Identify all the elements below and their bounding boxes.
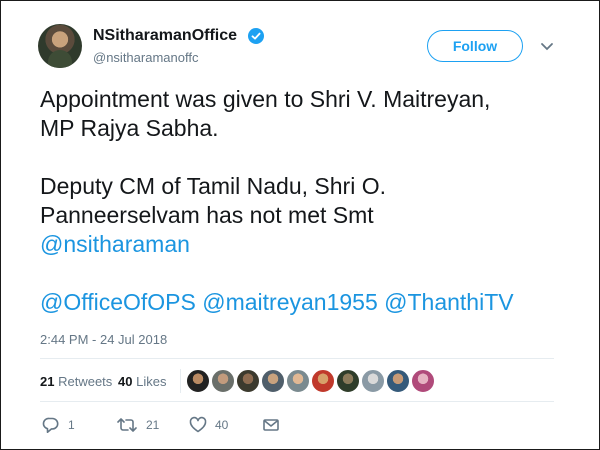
engagement-stats: 21 Retweets 40 Likes: [40, 367, 560, 395]
avatar[interactable]: [38, 24, 82, 68]
liker-avatar[interactable]: [261, 369, 285, 393]
mention-link[interactable]: @OfficeOfOPS: [40, 289, 196, 315]
divider: [40, 401, 554, 402]
handle[interactable]: @nsitharamanoffc: [93, 50, 198, 65]
liker-avatar[interactable]: [411, 369, 435, 393]
liker-avatar[interactable]: [236, 369, 260, 393]
retweets-count: 21: [40, 374, 55, 389]
retweet-button[interactable]: 21: [116, 415, 159, 435]
retweets-label: Retweets: [58, 374, 113, 389]
liker-avatar[interactable]: [186, 369, 210, 393]
liker-avatar[interactable]: [311, 369, 335, 393]
divider: [40, 358, 554, 359]
tweet-text: Appointment was given to Shri V. Maitrey…: [40, 85, 570, 317]
tweet-text-line: MP Rajya Sabha.: [40, 115, 219, 141]
envelope-icon: [263, 419, 279, 431]
liker-avatar[interactable]: [336, 369, 360, 393]
chevron-down-icon[interactable]: [540, 42, 554, 52]
mention-link[interactable]: @maitreyan1955: [202, 289, 378, 315]
follow-button[interactable]: Follow: [427, 30, 523, 62]
reply-count: 1: [68, 418, 75, 432]
heart-icon: [189, 416, 207, 433]
liker-avatar[interactable]: [286, 369, 310, 393]
retweet-count: 21: [146, 418, 160, 432]
verified-badge-icon: [248, 28, 264, 44]
liker-avatar[interactable]: [211, 369, 235, 393]
like-count: 40: [215, 418, 229, 432]
likes-stat[interactable]: 40 Likes: [118, 374, 166, 389]
like-button[interactable]: 40: [189, 415, 228, 435]
liker-avatar[interactable]: [361, 369, 385, 393]
tweet-text-line: Panneerselvam has not met Smt: [40, 202, 374, 228]
likes-count: 40: [118, 374, 133, 389]
direct-message-button[interactable]: [262, 415, 280, 435]
divider: [180, 369, 181, 393]
retweets-stat[interactable]: 21 Retweets: [40, 374, 112, 389]
liker-avatar[interactable]: [386, 369, 410, 393]
tweet-card: NSitharamanOffice @nsitharamanoffc Follo…: [0, 0, 600, 450]
reply-button[interactable]: 1: [42, 415, 75, 435]
mention-link[interactable]: @ThanthiTV: [384, 289, 513, 315]
tweet-actions: 1 21 40: [40, 415, 340, 435]
tweet-header: NSitharamanOffice @nsitharamanoffc Follo…: [38, 22, 568, 72]
reply-icon: [42, 417, 59, 433]
retweet-icon: [117, 418, 137, 432]
display-name[interactable]: NSitharamanOffice: [93, 27, 237, 45]
likes-label: Likes: [136, 374, 167, 389]
tweet-text-line: Appointment was given to Shri V. Maitrey…: [40, 86, 491, 112]
timestamp[interactable]: 2:44 PM - 24 Jul 2018: [40, 332, 167, 347]
mention-link[interactable]: @nsitharaman: [40, 231, 190, 257]
tweet-text-line: Deputy CM of Tamil Nadu, Shri O.: [40, 173, 386, 199]
